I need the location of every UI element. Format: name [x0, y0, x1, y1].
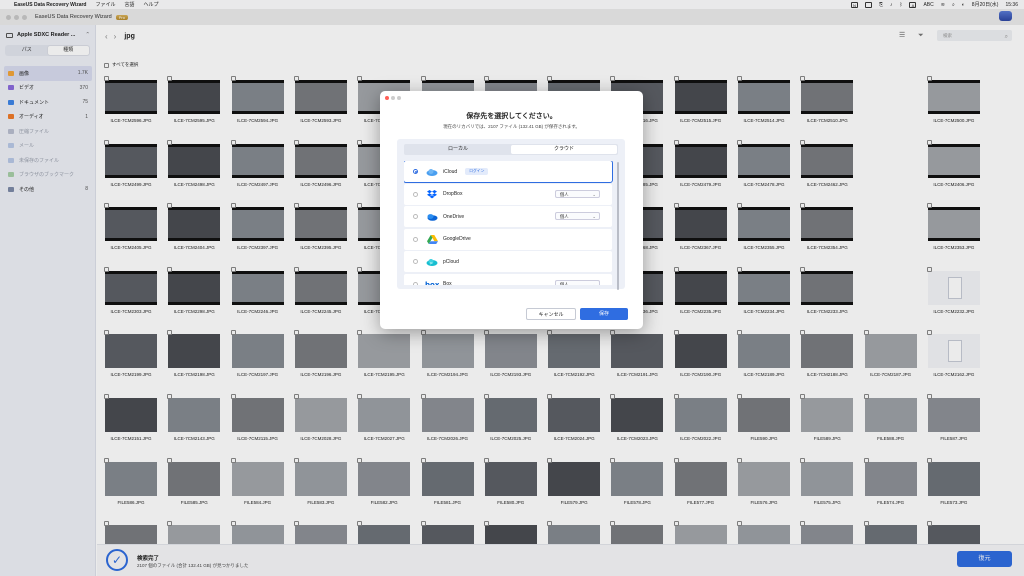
login-badge[interactable]: ログイン — [465, 168, 489, 175]
menu-file[interactable]: ファイル — [96, 1, 116, 8]
menu-bar: EaseUS Data Recovery Wizard ファイル 言語 ヘルプ … — [0, 0, 1024, 9]
menubar-time[interactable]: 15:36 — [1005, 2, 1018, 8]
service-radio[interactable] — [413, 259, 418, 264]
tab-local[interactable]: ローカル — [405, 145, 511, 154]
tray-music-icon[interactable]: ♪ — [890, 2, 893, 8]
cloud-service-dropbox[interactable]: DropBox 個人 ⌄ — [404, 183, 612, 205]
box-icon: box — [425, 279, 439, 286]
input-source[interactable]: ABC — [923, 2, 933, 8]
save-destination-dialog: 保存先を選択してください。 現在のリカバリでは、2107 ファイル (132.4… — [380, 91, 643, 329]
service-name: OneDrive — [443, 213, 465, 220]
tray-n-icon[interactable]: N — [850, 1, 858, 8]
service-name: DropBox — [443, 191, 463, 197]
cloud-service-googledrive[interactable]: GoogleDrive — [404, 228, 612, 250]
control-center-icon[interactable]: ◐ — [962, 2, 965, 8]
tray-bluetooth-icon[interactable]: ᛒ — [899, 2, 902, 8]
tab-cloud[interactable]: クラウド — [511, 145, 617, 154]
tray-display-icon[interactable] — [864, 1, 872, 8]
icloud-icon — [425, 167, 439, 177]
menubar-date[interactable]: 8月20日(水) — [972, 1, 999, 8]
onedrive-icon — [425, 212, 439, 222]
cancel-button[interactable]: キャンセル — [526, 308, 576, 320]
spotlight-icon[interactable]: ⌕ — [952, 2, 955, 8]
dropbox-icon — [425, 189, 439, 199]
destination-panel: ローカル クラウド iCloud ログイン DropBox 個人 ⌄ OneDrive 個人… — [397, 139, 625, 289]
account-type-value: 個人 — [560, 214, 569, 219]
service-radio[interactable] — [413, 169, 418, 174]
dialog-window-controls — [385, 96, 401, 100]
service-radio[interactable] — [413, 236, 418, 242]
cloud-service-list: iCloud ログイン DropBox 個人 ⌄ OneDrive 個人 ⌄ GoogleDri… — [404, 161, 614, 285]
account-type-select[interactable]: 個人 ⌄ — [555, 189, 600, 198]
pcloud-icon: p — [425, 257, 439, 267]
wifi-icon[interactable]: ≋ — [941, 2, 945, 8]
account-type-value: 個人 — [560, 281, 569, 286]
cloud-service-pcloud[interactable]: p pCloud — [404, 251, 612, 272]
dialog-title: 保存先を選択してください。 — [466, 113, 557, 120]
googledrive-icon — [425, 234, 439, 244]
chevron-down-icon: ⌄ — [592, 191, 596, 197]
svg-text:box: box — [425, 281, 439, 286]
service-radio[interactable] — [413, 214, 418, 219]
menu-help[interactable]: ヘルプ — [144, 1, 159, 8]
account-type-select[interactable]: 個人 ⌄ — [555, 212, 600, 220]
service-name: iCloud — [443, 168, 458, 175]
chevron-down-icon: ⌄ — [592, 281, 596, 286]
destination-tabs: ローカル クラウド — [404, 144, 618, 155]
service-radio[interactable] — [413, 281, 418, 285]
service-list-scrollbar[interactable] — [617, 162, 619, 290]
cloud-service-icloud[interactable]: iCloud ログイン — [404, 161, 613, 183]
tray-clipboard-icon[interactable]: ⎘ — [879, 2, 883, 8]
service-name: pCloud — [443, 258, 459, 265]
save-button[interactable]: 保存 — [580, 308, 628, 320]
service-name: GoogleDrive — [443, 236, 471, 242]
dialog-zoom-button — [397, 96, 401, 100]
account-type-select[interactable]: 個人 ⌄ — [555, 279, 600, 286]
cloud-service-box[interactable]: box Box 個人 ⌄ — [404, 273, 612, 286]
menu-app-name[interactable]: EaseUS Data Recovery Wizard — [14, 2, 87, 8]
menu-language[interactable]: 言語 — [125, 1, 135, 8]
dialog-minimize-button — [391, 96, 395, 100]
cloud-service-onedrive[interactable]: OneDrive 個人 ⌄ — [404, 206, 612, 227]
dialog-close-button[interactable] — [385, 96, 389, 100]
service-radio[interactable] — [413, 191, 418, 197]
chevron-down-icon: ⌄ — [592, 214, 596, 219]
account-type-value: 個人 — [560, 191, 569, 197]
tray-a-icon[interactable]: A — [909, 1, 917, 8]
service-name: Box — [443, 281, 452, 285]
dialog-subtitle: 現在のリカバリでは、2107 ファイル (132.41 GB) が保存されます。 — [443, 124, 580, 129]
